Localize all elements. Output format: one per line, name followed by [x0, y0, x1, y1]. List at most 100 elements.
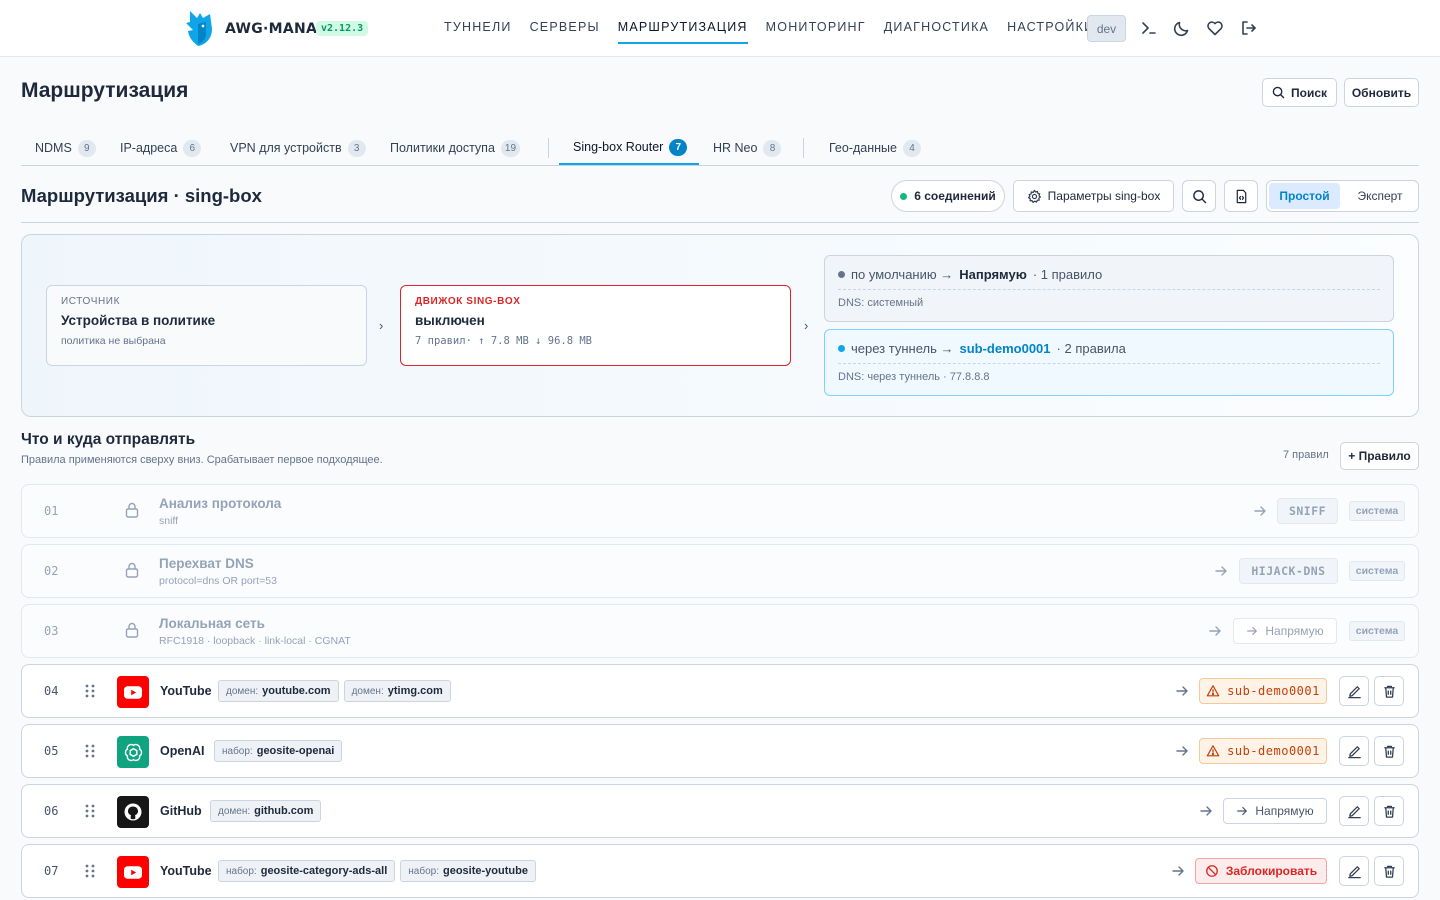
rule-row-system[interactable]: 03 Локальная сеть RFC1918 · loopback · l… — [21, 604, 1419, 658]
mode-expert-option[interactable]: Эксперт — [1343, 183, 1417, 209]
rule-target: Напрямую — [1233, 618, 1337, 644]
tab-divider — [548, 138, 549, 158]
app-logo-icon[interactable] — [181, 9, 215, 47]
source-node[interactable]: ИСТОЧНИК Устройства в политике политика … — [46, 285, 367, 366]
condition-key: домен: — [351, 685, 384, 697]
tab-ndms[interactable]: NDMS 9 — [35, 131, 96, 165]
tab-geo-data[interactable]: Гео-данные 4 — [829, 131, 921, 165]
drag-handle-icon[interactable] — [83, 803, 97, 819]
trash-icon — [1383, 685, 1395, 698]
system-badge: система — [1349, 621, 1405, 641]
delete-button[interactable] — [1374, 736, 1404, 766]
lock-icon — [123, 621, 141, 639]
tab-device-vpn[interactable]: VPN для устройств 3 — [230, 131, 366, 165]
edit-button[interactable] — [1339, 796, 1369, 826]
route-rule-count: · 2 правила — [1056, 341, 1126, 356]
rule-number: 03 — [44, 624, 59, 638]
drag-handle-icon[interactable] — [83, 863, 97, 879]
heart-icon[interactable] — [1205, 18, 1225, 38]
rule-number: 05 — [44, 744, 59, 758]
singbox-settings-button[interactable]: Параметры sing-box — [1013, 180, 1174, 212]
rule-desc: RFC1918 · loopback · link-local · CGNAT — [159, 635, 351, 647]
condition-key: набор: — [408, 865, 439, 877]
terminal-icon[interactable] — [1139, 18, 1159, 38]
rule-name: YouTube — [160, 864, 212, 878]
connections-badge[interactable]: 6 соединений — [891, 180, 1005, 212]
rule-number: 02 — [44, 564, 59, 578]
route-target[interactable]: sub-demo0001 — [959, 341, 1050, 356]
edit-button[interactable] — [1339, 736, 1369, 766]
drag-handle-icon[interactable] — [83, 683, 97, 699]
rule-conditions: домен: github.com — [210, 800, 322, 822]
route-dns: DNS: системный — [838, 297, 924, 309]
version-badge: v2.12.3 — [316, 21, 369, 36]
moon-icon[interactable] — [1172, 18, 1192, 38]
nav-item-diagnostics[interactable]: ДИАГНОСТИКА — [884, 20, 989, 44]
youtube-icon — [117, 676, 149, 708]
rule-number: 07 — [44, 864, 59, 878]
route-prefix: через туннель → — [851, 341, 954, 356]
delete-button[interactable] — [1374, 676, 1404, 706]
route-prefix: по умолчанию → — [851, 267, 954, 282]
rule-target[interactable]: Заблокировать — [1195, 858, 1327, 884]
nav-item-monitoring[interactable]: МОНИТОРИНГ — [766, 20, 866, 44]
rule-target[interactable]: sub-demo0001 — [1199, 678, 1327, 704]
condition-tag: набор: geosite-category-ads-all — [218, 860, 396, 882]
route-divider — [838, 289, 1380, 290]
rule-target[interactable]: sub-demo0001 — [1199, 738, 1327, 764]
condition-key: набор: — [226, 865, 257, 877]
routing-flow-panel: ИСТОЧНИК Устройства в политике политика … — [21, 234, 1419, 417]
engine-node[interactable]: ДВИЖОК SING-BOX выключен 7 правил· ↑ 7.8… — [400, 285, 791, 366]
rule-row[interactable]: 05 OpenAI набор: geosite-openai sub-demo0… — [21, 724, 1419, 778]
pencil-icon — [1347, 865, 1361, 878]
rule-target: HIJACK-DNS — [1239, 558, 1338, 584]
search-button[interactable]: Поиск — [1262, 78, 1337, 107]
section-title: Маршрутизация · sing-box — [21, 185, 262, 206]
pencil-icon — [1347, 805, 1361, 818]
tab-divider — [803, 138, 804, 158]
tab-hr-neo[interactable]: HR Neo 8 — [713, 131, 782, 165]
env-badge[interactable]: dev — [1087, 15, 1126, 42]
nav-item-tunnels[interactable]: ТУННЕЛИ — [444, 20, 512, 44]
system-badge: система — [1349, 501, 1405, 521]
nav-item-settings[interactable]: НАСТРОЙКИ — [1007, 20, 1094, 44]
drag-handle-icon[interactable] — [83, 743, 97, 759]
warning-icon — [1206, 685, 1220, 697]
nav-item-servers[interactable]: СЕРВЕРЫ — [530, 20, 600, 44]
route-default[interactable]: по умолчанию → Напрямую · 1 правило DNS:… — [824, 255, 1394, 322]
refresh-button[interactable]: Обновить — [1344, 78, 1419, 107]
rule-row[interactable]: 04 YouTube домен: youtube.com домен: ytimg… — [21, 664, 1419, 718]
rule-row-system[interactable]: 02 Перехват DNS protocol=dns OR port=53 … — [21, 544, 1419, 598]
rules-subtitle: Правила применяются сверху вниз. Срабаты… — [21, 454, 383, 466]
delete-button[interactable] — [1374, 856, 1404, 886]
tab-access-policies[interactable]: Политики доступа 19 — [390, 131, 521, 165]
logout-icon[interactable] — [1239, 18, 1259, 38]
rules-count: 7 правил — [1283, 449, 1329, 461]
rule-row[interactable]: 06 GitHub домен: github.com Напрямую — [21, 784, 1419, 838]
rule-target-label: Напрямую — [1255, 804, 1314, 818]
rule-row-system[interactable]: 01 Анализ протокола sniff SNIFF система — [21, 484, 1419, 538]
mode-simple-option[interactable]: Простой — [1269, 183, 1340, 209]
condition-value: geosite-openai — [256, 745, 335, 757]
tab-count: 8 — [763, 139, 782, 157]
rule-conditions: домен: youtube.com домен: ytimg.com — [218, 680, 451, 702]
rule-row[interactable]: 07 YouTube набор: geosite-category-ads-al… — [21, 844, 1419, 898]
config-file-button[interactable] — [1224, 180, 1258, 212]
tab-singbox-router[interactable]: Sing-box Router 7 — [559, 131, 699, 165]
rule-target[interactable]: Напрямую — [1223, 798, 1327, 824]
rule-name: Локальная сеть — [159, 616, 265, 631]
lock-icon — [123, 561, 141, 579]
rule-name: Перехват DNS — [159, 556, 254, 571]
refresh-button-label: Обновить — [1351, 85, 1412, 100]
add-rule-button[interactable]: + Правило — [1340, 442, 1419, 470]
connections-count: 6 соединений — [914, 189, 996, 203]
edit-button[interactable] — [1339, 856, 1369, 886]
chevron-right-icon: › — [379, 318, 384, 333]
nav-item-routing[interactable]: МАРШРУТИЗАЦИЯ — [617, 20, 748, 44]
ban-icon — [1205, 865, 1218, 877]
delete-button[interactable] — [1374, 796, 1404, 826]
section-search-button[interactable] — [1182, 180, 1216, 212]
route-tunnel[interactable]: через туннель → sub-demo0001 · 2 правила… — [824, 329, 1394, 396]
edit-button[interactable] — [1339, 676, 1369, 706]
tab-ip-addresses[interactable]: IP-адреса 6 — [120, 131, 202, 165]
